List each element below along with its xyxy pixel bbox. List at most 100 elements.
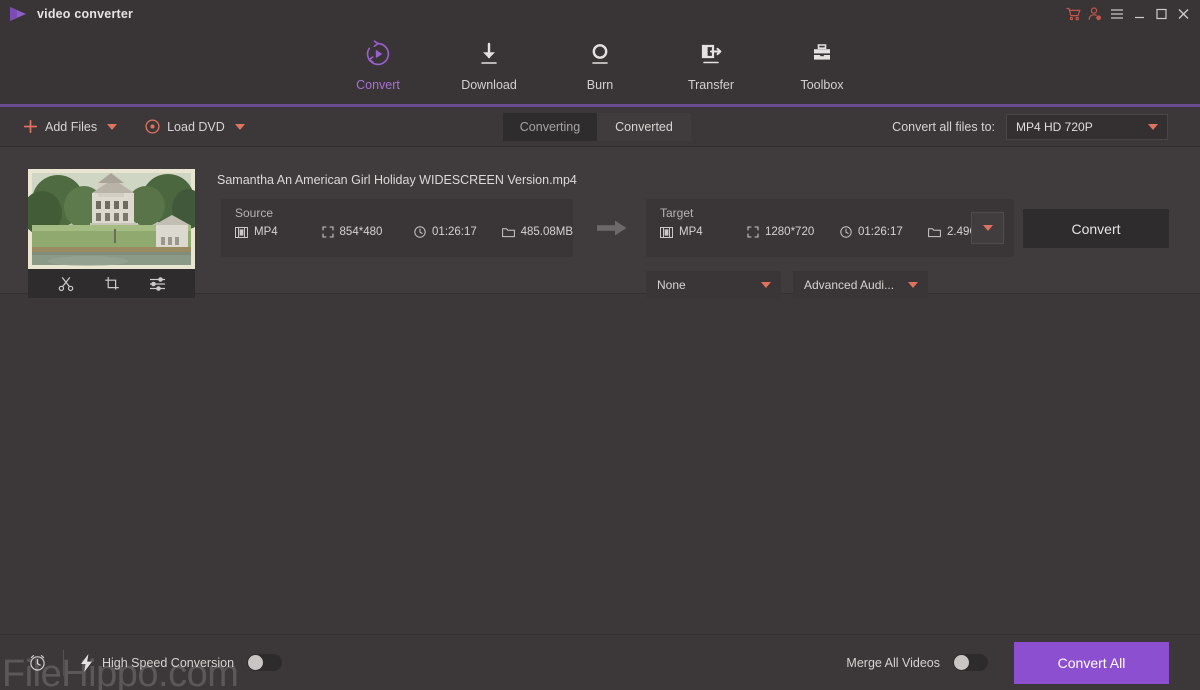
load-dvd-dropdown[interactable] <box>230 113 250 141</box>
thumbnail-tools <box>28 269 195 298</box>
clock-icon <box>414 226 426 238</box>
nav-tab-convert[interactable]: Convert <box>323 27 434 107</box>
source-resolution: 854*480 <box>322 226 415 238</box>
toolbox-icon <box>808 39 836 69</box>
conversion-arrow-icon <box>597 219 627 242</box>
bottom-right-group: Merge All Videos Convert All <box>846 642 1200 684</box>
chevron-down-icon <box>761 282 771 288</box>
subtitle-select[interactable]: None <box>646 271 781 299</box>
convert-all-to-label: Convert all files to: <box>892 120 995 134</box>
chevron-down-icon <box>1148 124 1158 130</box>
chevron-down-icon <box>107 124 117 130</box>
file-thumbnail-group <box>28 169 195 298</box>
add-files-dropdown[interactable] <box>102 113 122 141</box>
tab-converted-label: Converted <box>615 120 673 134</box>
nav-tab-burn-label: Burn <box>587 78 613 92</box>
action-toolbar: Add Files Load DVD Converting Converted … <box>0 107 1200 147</box>
convert-all-button-label: Convert All <box>1058 655 1126 671</box>
plus-icon <box>23 119 38 134</box>
burn-icon <box>586 39 614 69</box>
maximize-icon[interactable] <box>1150 2 1172 26</box>
download-icon <box>475 39 503 69</box>
target-format: MP4 <box>660 226 747 238</box>
app-brand: video converter <box>0 6 133 22</box>
target-duration: 01:26:17 <box>840 226 928 238</box>
subtitle-select-value: None <box>657 278 686 292</box>
merge-all-videos-label: Merge All Videos <box>846 656 940 670</box>
nav-tab-transfer-label: Transfer <box>688 78 734 92</box>
convert-button-label: Convert <box>1071 221 1120 237</box>
source-size: 485.08MB <box>502 226 573 238</box>
video-thumbnail[interactable] <box>28 169 195 269</box>
source-duration-value: 01:26:17 <box>432 226 477 238</box>
audio-track-select[interactable]: Advanced Audi... <box>793 271 928 299</box>
source-title: Source <box>221 199 573 220</box>
chevron-down-icon <box>983 225 993 231</box>
app-title: video converter <box>37 7 133 21</box>
source-format: MP4 <box>235 226 322 238</box>
target-meta-items: MP4 1280*720 01:26:17 <box>646 226 1014 238</box>
add-files-label: Add Files <box>45 120 97 134</box>
file-name: Samantha An American Girl Holiday WIDESC… <box>217 173 577 187</box>
high-speed-conversion-toggle[interactable] <box>247 654 282 671</box>
target-settings-dropdown[interactable] <box>971 212 1004 244</box>
tab-converting-label: Converting <box>520 120 580 134</box>
convert-icon <box>364 39 392 69</box>
source-duration: 01:26:17 <box>414 226 502 238</box>
bottom-divider <box>63 650 64 676</box>
thumbnail-image <box>28 169 195 269</box>
dvd-icon <box>145 119 160 134</box>
menu-icon[interactable] <box>1106 2 1128 26</box>
output-preset-select[interactable]: MP4 HD 720P <box>1006 114 1168 140</box>
nav-tab-download-label: Download <box>461 78 517 92</box>
trim-icon[interactable] <box>55 273 77 295</box>
source-size-value: 485.08MB <box>521 226 573 238</box>
folder-icon <box>502 227 515 238</box>
tab-converted[interactable]: Converted <box>597 113 691 141</box>
close-icon[interactable] <box>1172 2 1194 26</box>
high-speed-conversion-label: High Speed Conversion <box>102 656 234 670</box>
load-dvd-label: Load DVD <box>167 120 225 134</box>
lightning-icon <box>80 654 93 672</box>
convert-all-to-group: Convert all files to: MP4 HD 720P <box>892 107 1168 147</box>
nav-tab-download[interactable]: Download <box>434 27 545 107</box>
crop-icon[interactable] <box>101 273 123 295</box>
convert-all-button[interactable]: Convert All <box>1014 642 1169 684</box>
cart-icon[interactable] <box>1062 2 1084 26</box>
nav-tab-transfer[interactable]: Transfer <box>656 27 767 107</box>
source-format-value: MP4 <box>254 226 278 238</box>
audio-track-select-value: Advanced Audi... <box>804 278 894 292</box>
target-format-value: MP4 <box>679 226 703 238</box>
resolution-icon <box>747 226 759 238</box>
convert-button[interactable]: Convert <box>1023 209 1169 248</box>
film-icon <box>660 227 673 238</box>
nav-tab-toolbox[interactable]: Toolbox <box>767 27 878 107</box>
load-dvd-button[interactable]: Load DVD <box>140 113 230 141</box>
add-files-button[interactable]: Add Files <box>18 113 102 141</box>
target-duration-value: 01:26:17 <box>858 226 903 238</box>
nav-tab-convert-label: Convert <box>356 78 400 92</box>
effects-icon[interactable] <box>147 273 169 295</box>
schedule-clock-icon[interactable] <box>28 653 47 672</box>
target-resolution: 1280*720 <box>747 226 840 238</box>
bottom-bar: High Speed Conversion Merge All Videos C… <box>0 634 1200 690</box>
app-logo-icon <box>9 6 28 22</box>
film-icon <box>235 227 248 238</box>
toggle-knob <box>954 655 969 670</box>
chevron-down-icon <box>235 124 245 130</box>
main-nav: Convert Download Burn <box>0 27 1200 107</box>
source-resolution-value: 854*480 <box>340 226 383 238</box>
target-info-card: Target MP4 1280*720 <box>646 199 1014 257</box>
minimize-icon[interactable] <box>1128 2 1150 26</box>
transfer-icon <box>697 39 725 69</box>
empty-list-area <box>0 294 1200 616</box>
track-selects: None Advanced Audi... <box>646 271 928 299</box>
account-icon[interactable] <box>1084 2 1106 26</box>
nav-tab-burn[interactable]: Burn <box>545 27 656 107</box>
target-title: Target <box>646 199 1014 220</box>
title-bar: video converter <box>0 0 1200 27</box>
tab-converting[interactable]: Converting <box>503 113 597 141</box>
merge-all-videos-toggle[interactable] <box>953 654 988 671</box>
source-info-card: Source MP4 854*480 <box>221 199 573 257</box>
target-resolution-value: 1280*720 <box>765 226 814 238</box>
